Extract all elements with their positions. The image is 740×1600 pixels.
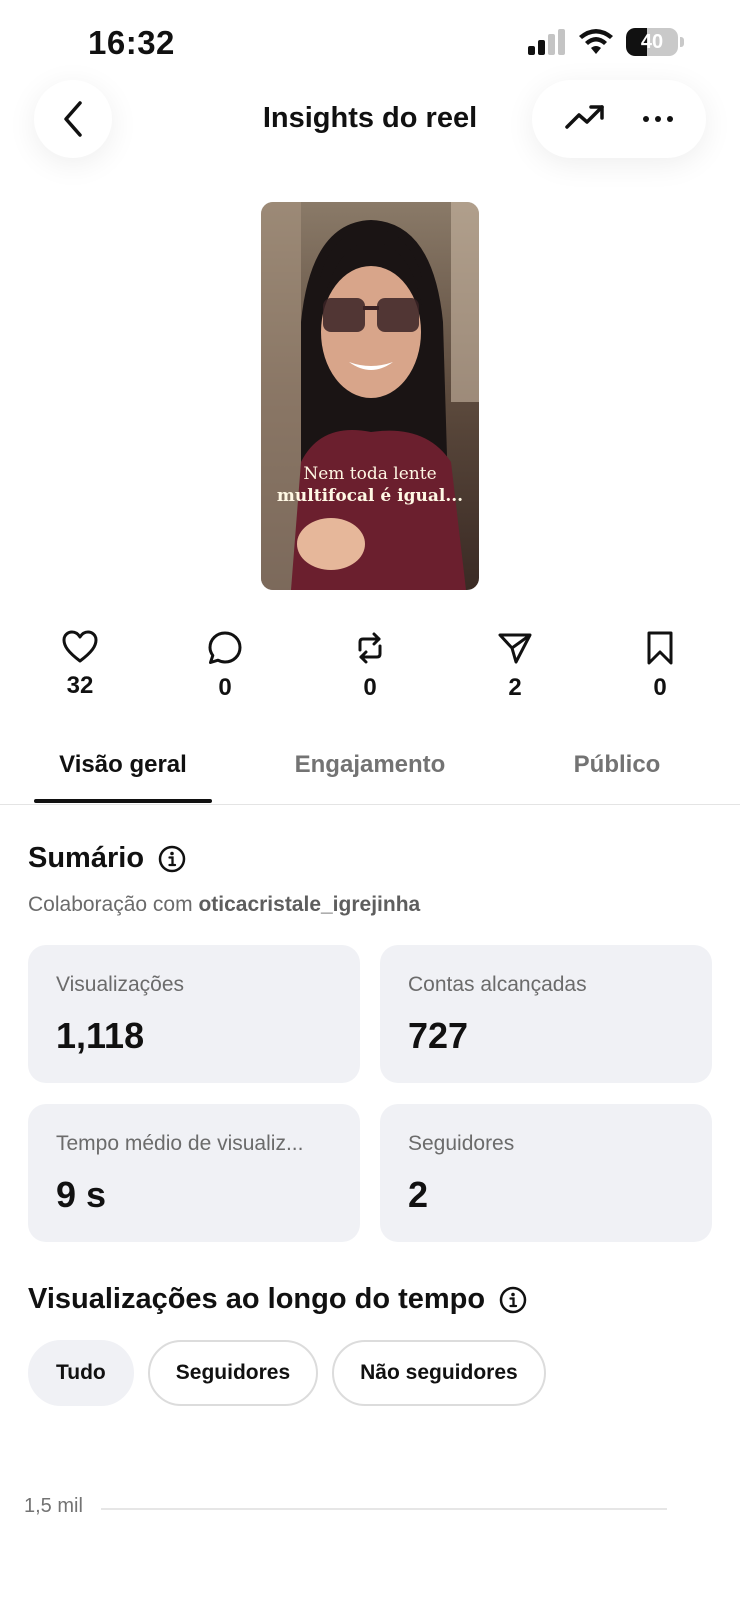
- metric-likes: 32: [40, 630, 120, 702]
- heart-icon: [62, 630, 98, 663]
- active-tab-indicator: [34, 799, 212, 803]
- card-label: Contas alcançadas: [408, 973, 587, 996]
- card-value: 9 s: [56, 1174, 107, 1215]
- card-visualizacoes[interactable]: Visualizações 1,118: [28, 945, 360, 1083]
- chip-nao-seguidores[interactable]: Não seguidores: [332, 1340, 546, 1406]
- chart-gridline: [101, 1508, 667, 1510]
- collaboration-line: Colaboração com oticacristale_igrejinha: [28, 893, 420, 917]
- metric-shares: 2: [475, 630, 555, 702]
- reel-caption-line-1: Nem toda lente: [303, 464, 437, 484]
- more-options-button[interactable]: [642, 110, 674, 128]
- send-icon: [498, 633, 532, 664]
- interaction-metrics: 32 0 0 2 0: [40, 630, 700, 702]
- status-bar: 16:32 40: [0, 0, 740, 80]
- reel-caption: Nem toda lente multifocal é igual...: [261, 464, 479, 506]
- reel-caption-line-2: multifocal é igual...: [276, 486, 464, 506]
- metric-reposts: 0: [330, 630, 410, 702]
- tab-engajamento[interactable]: Engajamento: [270, 751, 470, 779]
- bookmark-icon: [647, 631, 673, 665]
- card-value: 727: [408, 1015, 469, 1056]
- tab-publico[interactable]: Público: [530, 751, 704, 779]
- repost-icon: [358, 632, 382, 664]
- views-over-time-header: Visualizações ao longo do tempo: [28, 1283, 527, 1316]
- status-icons: 40: [528, 28, 684, 56]
- card-label: Visualizações: [56, 973, 185, 996]
- trending-button[interactable]: [564, 103, 605, 136]
- metric-comments-value: 0: [218, 674, 232, 701]
- tab-visao-geral[interactable]: Visão geral: [34, 751, 212, 779]
- card-value: 2: [408, 1174, 429, 1215]
- status-time: 16:32: [88, 24, 175, 61]
- collaborator-username[interactable]: oticacristale_igrejinha: [198, 893, 420, 916]
- card-value: 1,118: [56, 1015, 145, 1056]
- views-over-time-title: Visualizações ao longo do tempo: [28, 1283, 486, 1315]
- chip-seguidores[interactable]: Seguidores: [147, 1340, 319, 1406]
- collaboration-prefix: Colaboração com: [28, 893, 193, 916]
- metric-saves: 0: [620, 630, 700, 702]
- metric-likes-value: 32: [66, 672, 94, 699]
- header-actions: [532, 80, 706, 158]
- y-axis-tick-label: 1,5 mil: [24, 1495, 83, 1517]
- metric-shares-value: 2: [508, 674, 522, 701]
- views-chart: 1,5 mil: [0, 1495, 740, 1555]
- battery-icon: 40: [626, 28, 678, 56]
- card-tempo-medio[interactable]: Tempo médio de visualiz... 9 s: [28, 1104, 360, 1242]
- metric-saves-value: 0: [653, 674, 667, 701]
- card-contas-alcancadas[interactable]: Contas alcançadas 727: [380, 945, 712, 1083]
- card-label: Seguidores: [408, 1132, 515, 1155]
- reel-thumbnail[interactable]: Nem toda lente multifocal é igual...: [261, 202, 479, 590]
- metric-comments: 0: [185, 630, 265, 702]
- summary-header: Sumário: [28, 842, 186, 875]
- info-icon[interactable]: [158, 845, 186, 873]
- card-seguidores[interactable]: Seguidores 2: [380, 1104, 712, 1242]
- more-icon: [642, 116, 673, 122]
- reel-video-frame: [261, 202, 479, 590]
- info-icon[interactable]: [499, 1286, 527, 1314]
- audience-filter-chips: Tudo Seguidores Não seguidores: [28, 1340, 546, 1406]
- cellular-signal-icon: [528, 29, 565, 55]
- metric-reposts-value: 0: [363, 674, 377, 701]
- chip-tudo[interactable]: Tudo: [28, 1340, 134, 1406]
- trending-up-icon: [564, 104, 604, 129]
- insights-tabs: Visão geral Engajamento Público: [0, 735, 740, 805]
- summary-title: Sumário: [28, 842, 145, 874]
- card-label: Tempo médio de visualiz...: [56, 1132, 304, 1155]
- top-bar: Insights do reel: [0, 80, 740, 160]
- comment-icon: [208, 631, 242, 664]
- wifi-icon: [579, 29, 613, 54]
